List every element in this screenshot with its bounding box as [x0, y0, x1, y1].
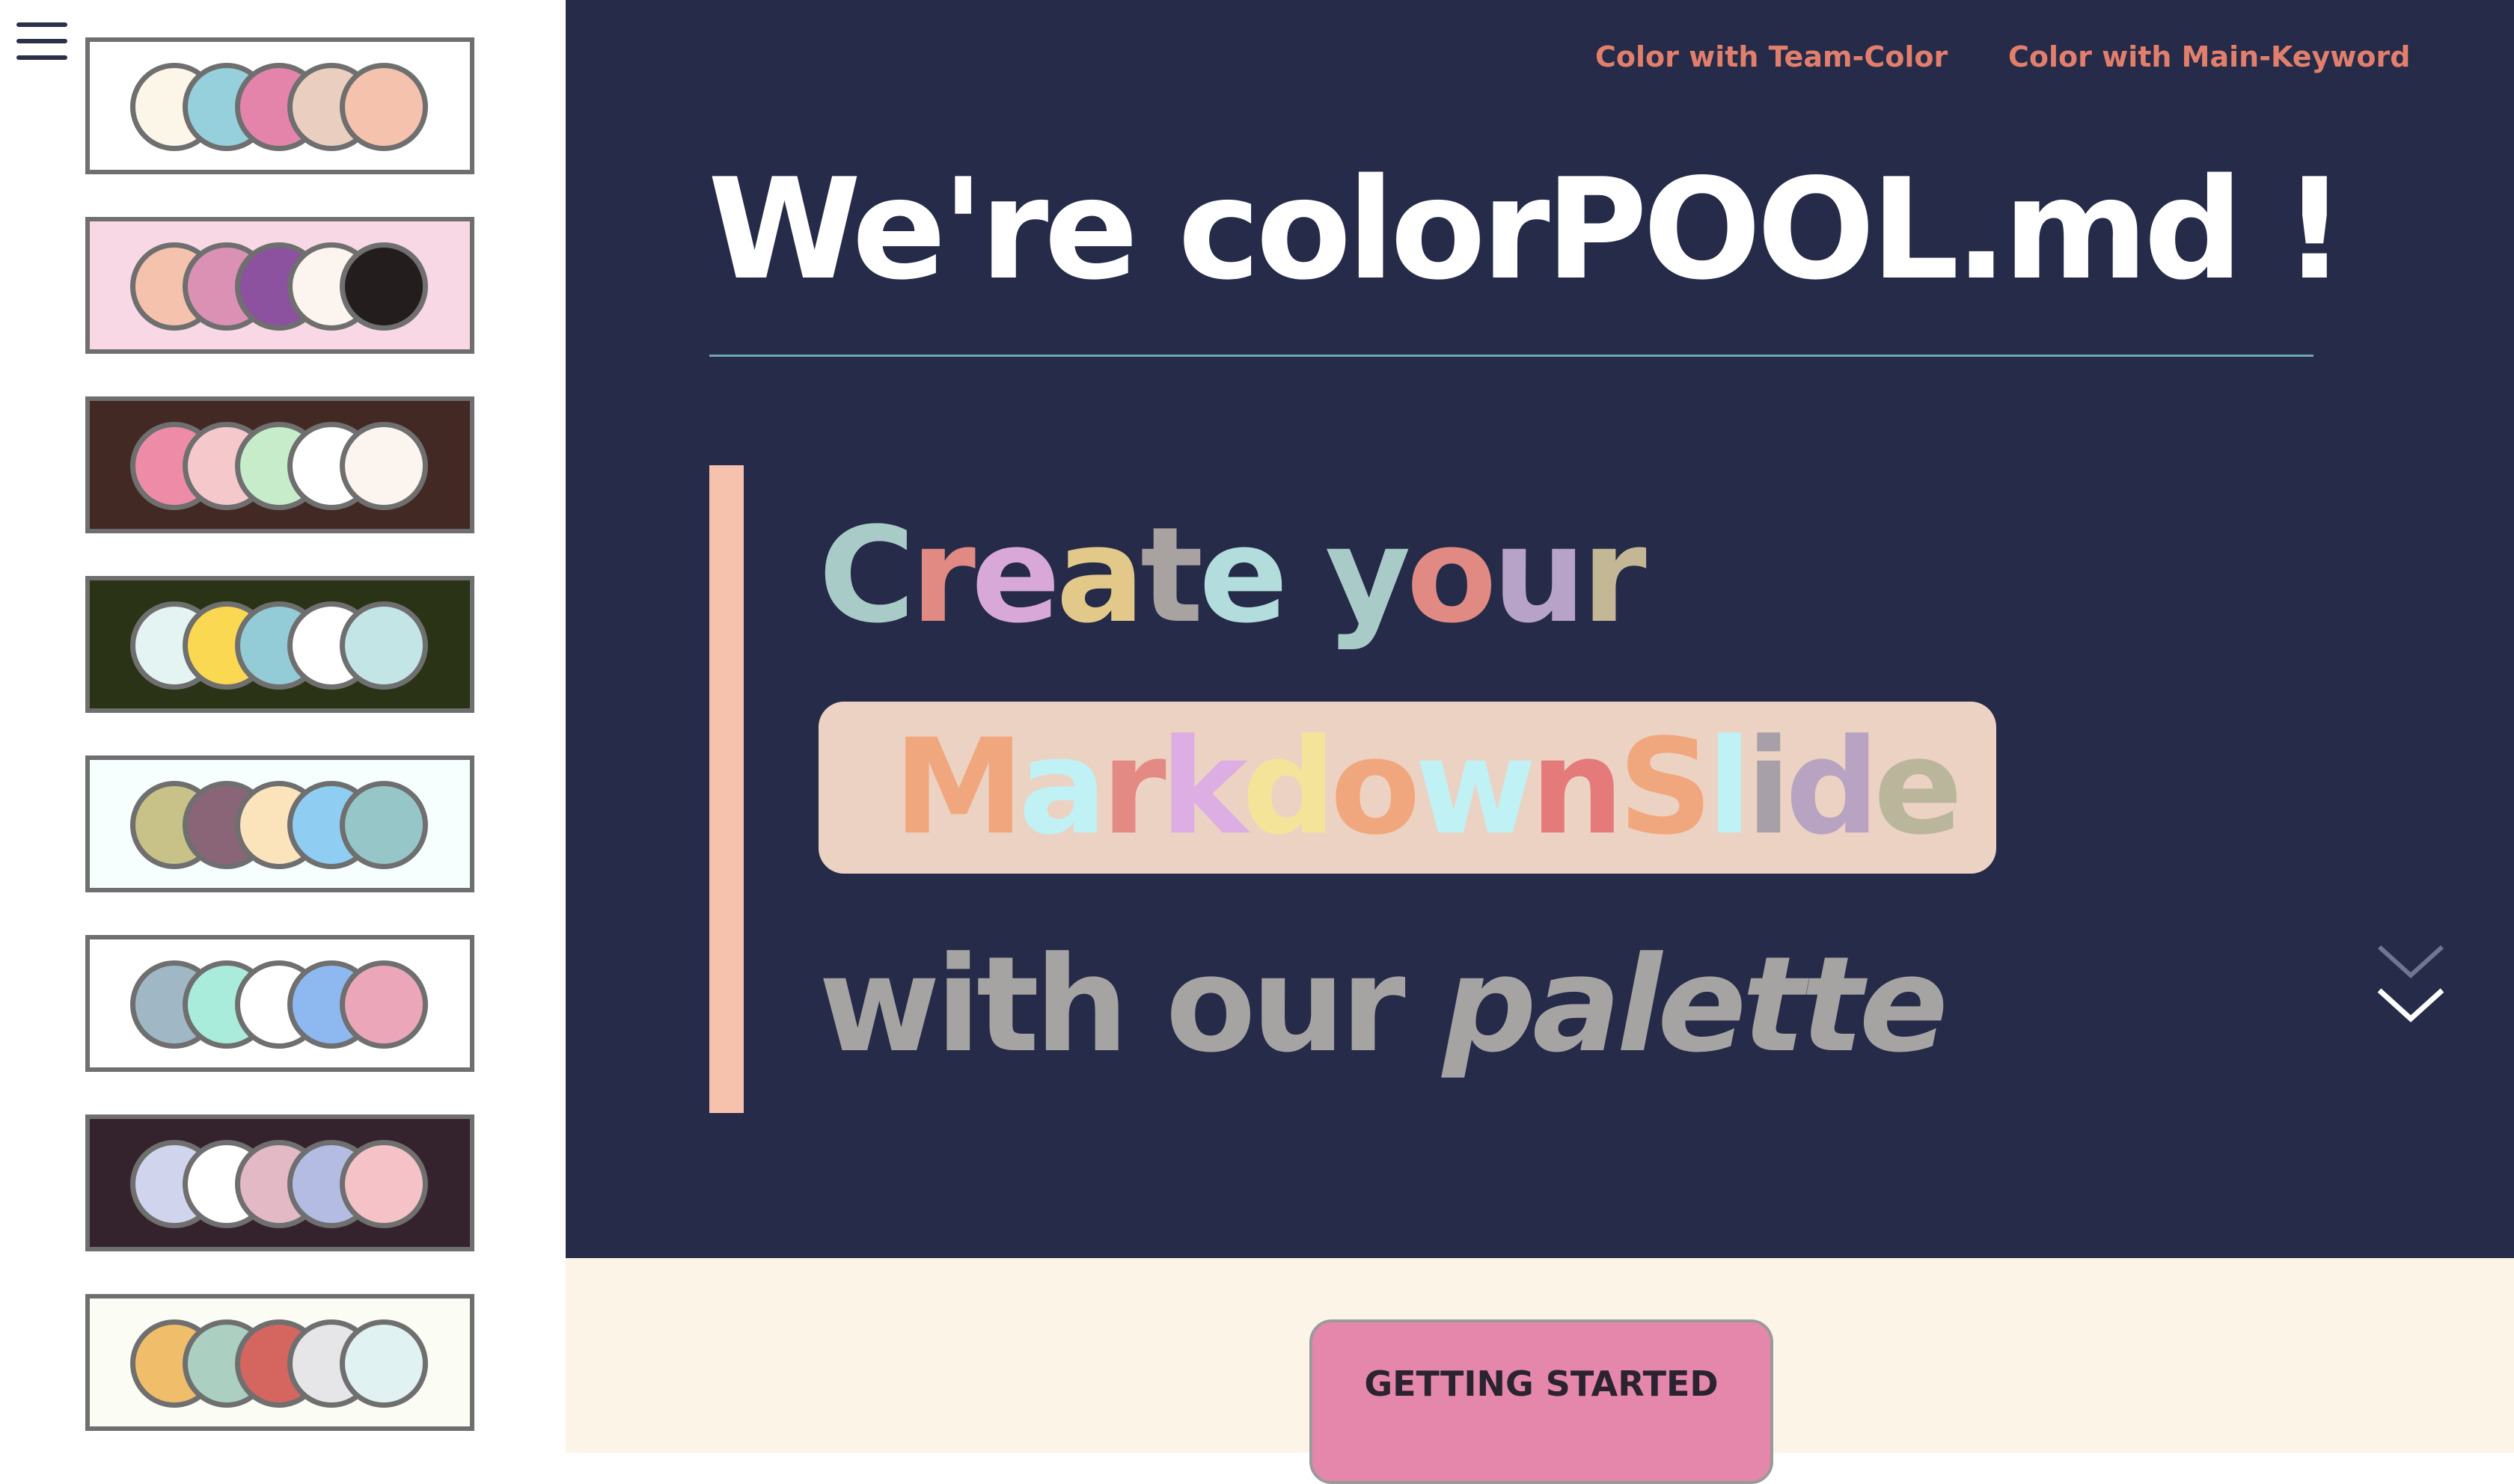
- color-swatch: [340, 601, 428, 690]
- tagline-create-letter: y: [1324, 499, 1411, 652]
- tagline-markdown-letter: d: [1784, 711, 1880, 864]
- palette-card[interactable]: [85, 1114, 474, 1251]
- tagline-markdown-letter: w: [1414, 711, 1537, 864]
- getting-started-button[interactable]: GETTING STARTED: [1309, 1319, 1773, 1484]
- palette-card[interactable]: [85, 576, 474, 713]
- tagline-markdown-letter: M: [893, 711, 1024, 864]
- color-swatch: [340, 960, 428, 1049]
- color-swatch: [340, 242, 428, 331]
- palette-card[interactable]: [85, 37, 474, 174]
- hero-section: Color with Team-Color Color with Main-Ke…: [566, 0, 2514, 1258]
- tagline-create-letter: r: [911, 499, 976, 652]
- tagline-markdown-letter: d: [1241, 711, 1336, 864]
- color-swatch: [340, 422, 428, 510]
- palette-sidebar: [0, 0, 566, 1453]
- tagline-markdown-letter: o: [1330, 711, 1421, 864]
- hamburger-menu-icon[interactable]: [15, 22, 69, 61]
- color-swatch: [340, 1319, 428, 1408]
- tagline-with-our: with our: [819, 928, 1443, 1082]
- tagline-create-letter: o: [1406, 499, 1497, 652]
- getting-started-section: GETTING STARTED: [566, 1258, 2514, 1484]
- tagline-create-letter: [1284, 499, 1325, 652]
- tagline-create-letter: t: [1140, 499, 1203, 652]
- color-swatch: [340, 1140, 428, 1228]
- markdown-slide-pill: MarkdownSlide: [819, 702, 1996, 874]
- quote-accent-bar: [709, 465, 744, 1113]
- palette-card[interactable]: [85, 755, 474, 892]
- chevron-down-icon-graphic: [2377, 945, 2444, 1022]
- tagline-markdown-letter: a: [1018, 711, 1107, 864]
- nav-link-team-color[interactable]: Color with Team-Color: [1595, 36, 1948, 78]
- tagline-markdown-letter: r: [1101, 711, 1166, 864]
- tagline-create-letter: r: [1581, 499, 1647, 652]
- palette-card[interactable]: [85, 1294, 474, 1431]
- color-swatch: [340, 781, 428, 869]
- getting-started-label: GETTING STARTED: [1364, 1364, 1719, 1404]
- hero-title: We're colorPOOL.md !: [708, 148, 2346, 310]
- tagline-create-letter: C: [819, 499, 915, 652]
- nav-link-main-keyword[interactable]: Color with Main-Keyword: [2008, 36, 2410, 78]
- tagline-markdown-letter: e: [1873, 711, 1963, 864]
- tagline-line-create-your: Create your: [819, 494, 1647, 658]
- color-swatch: [340, 63, 428, 151]
- tagline-create-letter: u: [1492, 499, 1586, 652]
- tagline-palette: palette: [1442, 928, 1948, 1082]
- tagline-create-letter: a: [1056, 499, 1145, 652]
- tagline-markdown-letter: S: [1618, 711, 1713, 864]
- palette-card[interactable]: [85, 935, 474, 1072]
- palette-card[interactable]: [85, 396, 474, 533]
- divider: [709, 355, 2313, 357]
- palette-card[interactable]: [85, 217, 474, 354]
- tagline-create-letter: e: [1199, 499, 1288, 652]
- tagline-line-with-our-palette: with our palette: [819, 923, 1948, 1088]
- tagline-markdown-letter: n: [1530, 711, 1624, 864]
- tagline-markdown-letter: i: [1746, 711, 1791, 864]
- tagline-markdown-letter: l: [1707, 711, 1752, 864]
- tagline-markdown-slide: MarkdownSlide: [893, 702, 1963, 874]
- tagline-markdown-letter: k: [1160, 711, 1248, 864]
- chevron-down-icon[interactable]: [2373, 941, 2448, 1038]
- tagline-create-letter: e: [970, 499, 1060, 652]
